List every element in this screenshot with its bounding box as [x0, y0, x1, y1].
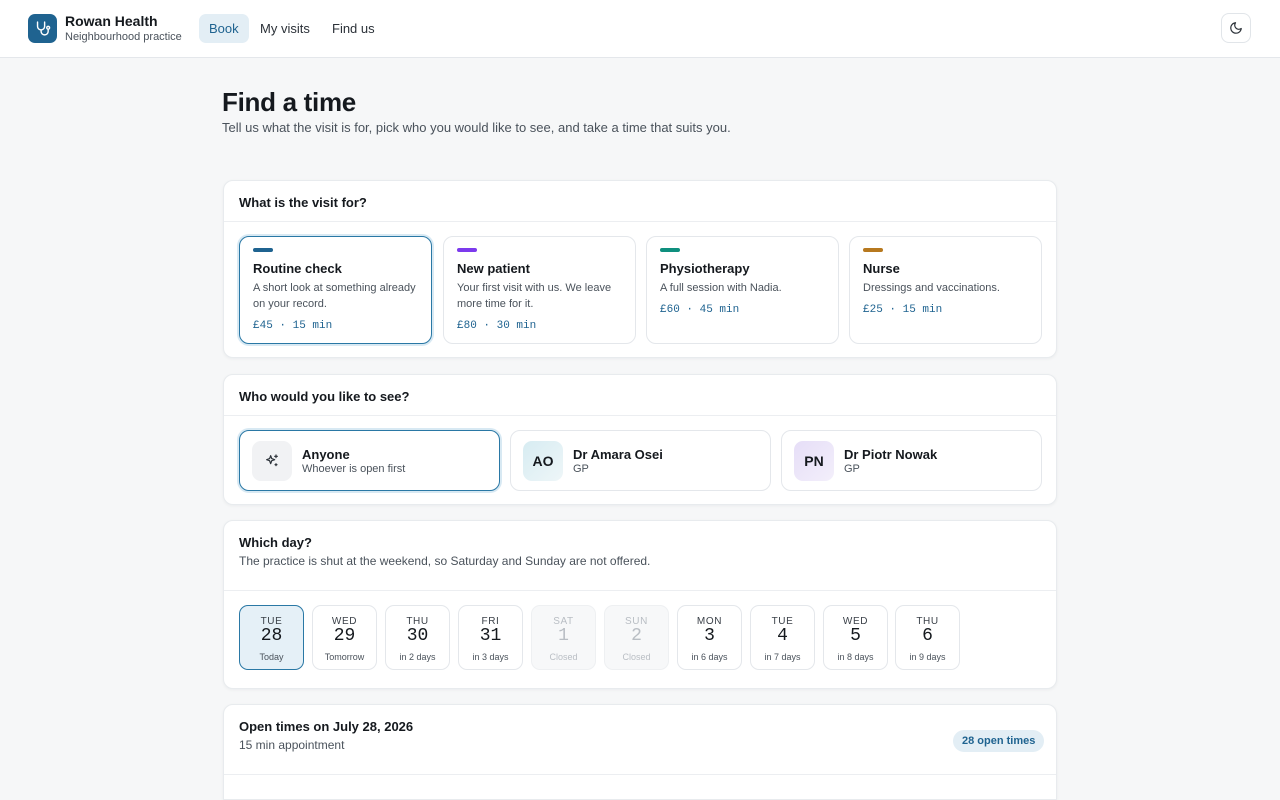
open-times-heading: Open times on July 28, 2026 — [239, 719, 414, 734]
visit-type-price-duration: £45 · 15 min — [253, 320, 333, 332]
sparkle-icon — [252, 441, 292, 481]
day-number: 30 — [406, 626, 429, 646]
clinician-name: Dr Piotr Nowak — [844, 447, 938, 462]
day-relative: Today — [259, 652, 284, 662]
day-relative: Tomorrow — [324, 652, 365, 662]
visit-type-nurse[interactable]: Nurse Dressings and vaccinations. £25 · … — [849, 236, 1042, 344]
visit-type-description: A short look at something already on you… — [253, 282, 416, 310]
clinician-option-anyone[interactable]: Anyone Whoever is open first — [239, 430, 500, 491]
nav-find-us[interactable]: Find us — [322, 14, 385, 43]
day-relative: in 7 days — [764, 652, 801, 662]
day-relative: Closed — [549, 652, 578, 662]
day-relative: in 6 days — [691, 652, 728, 662]
visit-type-price-duration: £60 · 45 min — [660, 304, 740, 316]
day-relative: Closed — [622, 652, 651, 662]
visit-type-description: A full session with Nadia. — [660, 282, 782, 294]
open-times-count-badge: 28 open times — [953, 730, 1045, 752]
day-option[interactable]: MON 3 in 6 days — [677, 605, 742, 670]
day-option[interactable]: WED 29 Tomorrow — [312, 605, 377, 670]
day-number: 29 — [333, 626, 356, 646]
visit-type-heading: What is the visit for? — [239, 195, 367, 210]
visit-type-price-duration: £25 · 15 min — [863, 304, 943, 316]
clinician-role: GP — [844, 463, 860, 475]
visit-type-price-duration: £80 · 30 min — [457, 320, 537, 332]
day-number: 5 — [850, 626, 861, 646]
day-heading: Which day? — [239, 535, 312, 550]
visit-type-name: New patient — [457, 261, 530, 276]
day-number: 31 — [479, 626, 502, 646]
open-times-card-header: Open times on July 28, 2026 15 min appoi… — [224, 705, 1056, 775]
day-number: 28 — [260, 626, 283, 646]
avatar: PN — [794, 441, 834, 481]
day-relative: in 8 days — [837, 652, 874, 662]
nav-book[interactable]: Book — [199, 14, 249, 43]
day-option[interactable]: THU 30 in 2 days — [385, 605, 450, 670]
day-option[interactable]: TUE 4 in 7 days — [750, 605, 815, 670]
visit-type-color-bar — [863, 248, 883, 252]
clinician-option-piotr-nowak[interactable]: PN Dr Piotr Nowak GP — [781, 430, 1042, 491]
clinician-name: Dr Amara Osei — [573, 447, 663, 462]
visit-type-description: Dressings and vaccinations. — [863, 282, 1000, 294]
day-number: 6 — [922, 626, 933, 646]
clinician-role: GP — [573, 463, 589, 475]
visit-type-routine-check[interactable]: Routine check A short look at something … — [239, 236, 432, 344]
visit-type-card: What is the visit for? Routine check A s… — [223, 180, 1057, 358]
clinician-role: Whoever is open first — [302, 463, 406, 475]
open-times-card: Open times on July 28, 2026 15 min appoi… — [223, 704, 1057, 800]
visit-type-name: Routine check — [253, 261, 342, 276]
day-option[interactable]: FRI 31 in 3 days — [458, 605, 523, 670]
clinician-option-amara-osei[interactable]: AO Dr Amara Osei GP — [510, 430, 771, 491]
visit-type-name: Physiotherapy — [660, 261, 750, 276]
brand-subtitle: Neighbourhood practice — [65, 31, 182, 43]
day-relative: in 9 days — [909, 652, 946, 662]
visit-type-color-bar — [253, 248, 273, 252]
clinician-card: Who would you like to see? Anyone Whoeve… — [223, 374, 1057, 505]
clinician-card-header: Who would you like to see? — [224, 375, 1056, 416]
day-option[interactable]: THU 6 in 9 days — [895, 605, 960, 670]
visit-type-description: Your first visit with us. We leave more … — [457, 282, 612, 310]
page-title: Find a time — [222, 87, 356, 117]
visit-type-color-bar — [457, 248, 477, 252]
page-lede: Tell us what the visit is for, pick who … — [222, 120, 731, 135]
day-relative: in 2 days — [399, 652, 436, 662]
stethoscope-logo-icon[interactable] — [28, 14, 57, 43]
visit-type-card-header: What is the visit for? — [224, 181, 1056, 222]
visit-type-new-patient[interactable]: New patient Your first visit with us. We… — [443, 236, 636, 344]
open-times-subtitle: 15 min appointment — [239, 738, 345, 752]
visit-type-color-bar — [660, 248, 680, 252]
moon-icon — [1230, 22, 1242, 34]
visit-type-name: Nurse — [863, 261, 900, 276]
day-option-closed: SUN 2 Closed — [604, 605, 669, 670]
day-number: 4 — [777, 626, 788, 646]
nav-my-visits[interactable]: My visits — [250, 14, 320, 43]
day-card-header: Which day? The practice is shut at the w… — [224, 521, 1056, 591]
day-number: 2 — [631, 626, 642, 646]
visit-type-physiotherapy[interactable]: Physiotherapy A full session with Nadia.… — [646, 236, 839, 344]
clinician-heading: Who would you like to see? — [239, 389, 410, 404]
theme-toggle-button[interactable] — [1221, 13, 1251, 43]
day-description: The practice is shut at the weekend, so … — [239, 554, 651, 568]
top-bar: Rowan Health Neighbourhood practice Book… — [0, 0, 1280, 58]
day-relative: in 3 days — [472, 652, 509, 662]
clinician-name: Anyone — [302, 447, 350, 462]
day-option[interactable]: TUE 28 Today — [239, 605, 304, 670]
brand-name[interactable]: Rowan Health — [65, 13, 158, 29]
day-card: Which day? The practice is shut at the w… — [223, 520, 1057, 689]
day-option[interactable]: WED 5 in 8 days — [823, 605, 888, 670]
day-number: 3 — [704, 626, 715, 646]
avatar: AO — [523, 441, 563, 481]
day-option-closed: SAT 1 Closed — [531, 605, 596, 670]
day-number: 1 — [558, 626, 569, 646]
